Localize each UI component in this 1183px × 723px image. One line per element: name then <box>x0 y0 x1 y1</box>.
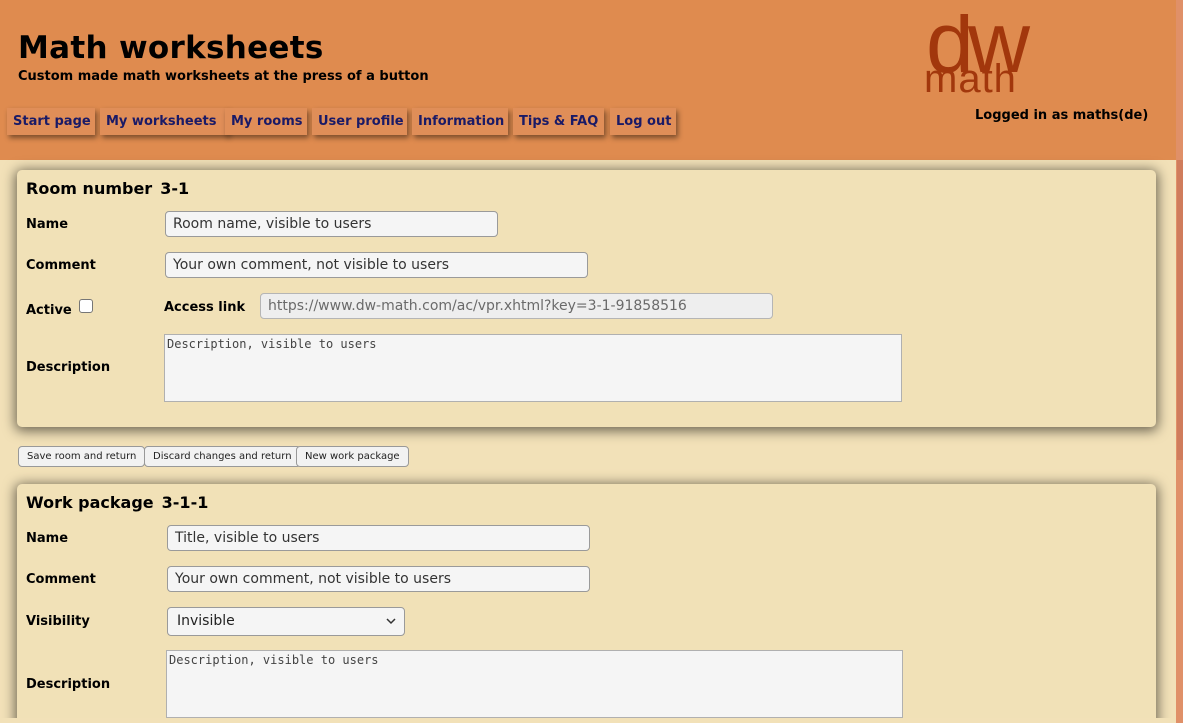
room-number: 3-1 <box>160 179 190 198</box>
room-description-label: Description <box>26 360 111 375</box>
package-comment-input[interactable]: Your own comment, not visible to users <box>167 566 590 592</box>
room-panel: Room number 3-1 Name Room name, visible t… <box>17 170 1156 427</box>
package-name-label: Name <box>26 531 69 546</box>
package-visibility-label: Visibility <box>26 614 90 629</box>
room-access-link-field[interactable]: https://www.dw-math.com/ac/vpr.xhtml?key… <box>260 293 773 319</box>
page-bottom-edge <box>0 718 1176 723</box>
new-work-package-button[interactable]: New work package <box>296 446 409 467</box>
package-number: 3-1-1 <box>161 493 209 512</box>
room-heading-label: Room number <box>26 179 153 198</box>
site-header: Math worksheets Custom made math workshe… <box>0 0 1176 160</box>
nav-start-page[interactable]: Start page <box>7 108 95 135</box>
dw-math-logo[interactable]: dw math <box>924 0 1140 101</box>
room-heading: Room number 3-1 <box>26 179 189 198</box>
nav-my-rooms[interactable]: My rooms <box>225 108 307 135</box>
room-access-link-label: Access link <box>164 300 246 315</box>
visibility-selected-value: Invisible <box>177 613 235 629</box>
chevron-down-icon <box>386 618 396 625</box>
package-heading-label: Work package <box>26 493 154 512</box>
site-subtitle: Custom made math worksheets at the press… <box>18 69 429 84</box>
room-comment-input[interactable]: Your own comment, not visible to users <box>165 252 588 278</box>
package-name-input[interactable]: Title, visible to users <box>167 525 590 551</box>
package-visibility-select[interactable]: Invisible <box>167 607 405 636</box>
nav-my-worksheets[interactable]: My worksheets <box>100 108 228 135</box>
room-comment-label: Comment <box>26 258 96 273</box>
room-name-input[interactable]: Room name, visible to users <box>165 211 498 237</box>
package-description-label: Description <box>26 677 111 692</box>
nav-information[interactable]: Information <box>412 108 508 135</box>
package-comment-label: Comment <box>26 572 96 587</box>
logo-math-text: math <box>924 57 1017 96</box>
site-title: Math worksheets <box>18 30 324 66</box>
scrollbar-thumb[interactable] <box>1177 160 1183 460</box>
logged-in-status: Logged in as maths(de) <box>975 108 1149 123</box>
room-active-checkbox[interactable] <box>79 299 93 313</box>
save-room-button[interactable]: Save room and return <box>18 446 146 467</box>
room-description-textarea[interactable]: Description, visible to users <box>164 334 902 402</box>
nav-log-out[interactable]: Log out <box>610 108 676 135</box>
room-name-label: Name <box>26 217 69 232</box>
page-scrollbar[interactable] <box>1176 0 1183 723</box>
nav-tips-faq[interactable]: Tips & FAQ <box>513 108 604 135</box>
nav-user-profile[interactable]: User profile <box>312 108 407 135</box>
package-heading: Work package 3-1-1 <box>26 493 208 512</box>
discard-changes-button[interactable]: Discard changes and return <box>144 446 301 467</box>
room-active-label: Active <box>26 303 72 318</box>
work-package-panel: Work package 3-1-1 Name Title, visible to… <box>17 484 1156 723</box>
package-description-textarea[interactable]: Description, visible to users <box>166 650 903 718</box>
